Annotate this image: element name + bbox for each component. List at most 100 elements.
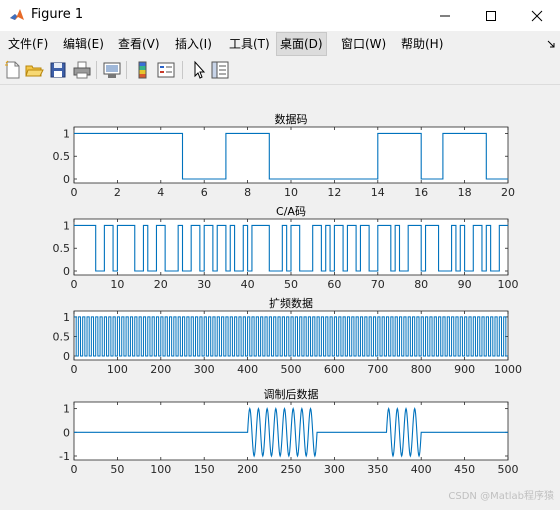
window-title: Figure 1 [31, 7, 84, 22]
axes-title: 数据码 [275, 112, 308, 126]
menu-window[interactable]: 窗口(W) [338, 34, 389, 54]
x-tick-label: 60 [327, 278, 341, 291]
y-tick-label: 0.5 [53, 330, 71, 343]
menu-bar: 文件(F) 编辑(E) 查看(V) 插入(I) 工具(T) 桌面(D) 窗口(W… [0, 31, 560, 56]
x-tick-label: 300 [194, 363, 215, 376]
dock-arrow-icon[interactable] [546, 39, 556, 49]
x-tick-label: 100 [498, 278, 519, 291]
link-plot-icon[interactable] [102, 60, 122, 80]
x-tick-label: 0 [71, 463, 78, 476]
x-tick-label: 10 [284, 186, 298, 199]
subplots: 数据码0 2 4 6 8 10 12 14 16 18 2000.51C/A码0 10 20 30 40 50… [53, 112, 523, 476]
series-line [74, 316, 508, 357]
toolbar-separator [96, 61, 97, 79]
x-tick-label: 0 [71, 186, 78, 199]
axes-title: 扩频数据 [269, 296, 313, 310]
axes-title: 调制后数据 [264, 387, 319, 401]
x-tick-label: 300 [324, 463, 345, 476]
x-tick-label: 250 [281, 463, 302, 476]
y-tick-label: 0 [63, 173, 70, 186]
x-tick-label: 4 [157, 186, 164, 199]
subplot-2: C/A码 0 10 20 30 40 50 60 70 80 90 100 0 0.5 1 [53, 205, 519, 291]
title-bar: Figure 1 [0, 0, 560, 31]
menu-edit[interactable]: 编辑(E) [60, 34, 107, 54]
x-tick-label: 0 [71, 278, 78, 291]
x-tick-label: 400 [411, 463, 432, 476]
x-tick-label: 20 [501, 186, 515, 199]
x-tick-label: 40 [241, 278, 255, 291]
x-tick-label: 450 [454, 463, 475, 476]
y-tick-label: 1 [63, 403, 70, 416]
x-tick-label: 500 [498, 463, 519, 476]
toolbar-separator [182, 61, 183, 79]
save-icon[interactable] [48, 60, 68, 80]
x-tick-label: 16 [414, 186, 428, 199]
y-tick-label: 0 [63, 350, 70, 363]
x-tick-label: 2 [114, 186, 121, 199]
maximize-icon [486, 11, 496, 21]
minimize-icon [440, 15, 450, 17]
x-tick-label: 30 [197, 278, 211, 291]
x-tick-label: 400 [237, 363, 258, 376]
x-tick-label: 80 [414, 278, 428, 291]
watermark: CSDN @Matlab程序猿 [448, 491, 554, 502]
y-tick-label: 0 [63, 426, 70, 439]
y-tick-label: -1 [59, 450, 70, 463]
x-tick-label: 100 [150, 463, 171, 476]
x-tick-label: 200 [237, 463, 258, 476]
subplot-4: 调制后数据0 50 100 150 200 250 300 350 400 450 500-101 [59, 387, 518, 476]
axes-title: C/A码 [276, 205, 306, 218]
open-file-icon[interactable] [24, 60, 44, 80]
menu-tools[interactable]: 工具(T) [226, 34, 273, 54]
x-tick-label: 50 [110, 463, 124, 476]
matlab-icon [10, 9, 24, 20]
colorbar-icon[interactable] [133, 60, 153, 80]
legend-icon[interactable] [156, 60, 176, 80]
x-tick-label: 500 [281, 363, 302, 376]
y-tick-label: 1 [63, 311, 70, 324]
x-tick-label: 14 [371, 186, 385, 199]
new-figure-icon[interactable] [3, 60, 23, 80]
x-tick-label: 90 [458, 278, 472, 291]
x-tick-label: 200 [150, 363, 171, 376]
close-icon [531, 10, 543, 22]
minimize-button[interactable] [422, 0, 468, 31]
edit-plot-arrow-icon[interactable] [189, 60, 209, 80]
x-tick-label: 20 [154, 278, 168, 291]
x-tick-label: 700 [367, 363, 388, 376]
property-inspector-icon[interactable] [210, 60, 230, 80]
x-tick-label: 10 [110, 278, 124, 291]
figure-canvas[interactable]: 数据码 0 2 4 6 8 10 12 14 16 18 20 0 0.5 1 C/A码 0 10 20 30 40 50… [0, 85, 560, 506]
y-tick-label: 0.5 [53, 242, 71, 255]
x-tick-label: 18 [458, 186, 472, 199]
subplot-3: 扩频数据 0 100 200 300 400 500 600 700 800 900 1000 0 0.5… [53, 296, 523, 376]
menu-view[interactable]: 查看(V) [115, 34, 163, 54]
menu-file[interactable]: 文件(F) [5, 34, 51, 54]
x-tick-label: 70 [371, 278, 385, 291]
print-icon[interactable] [72, 60, 92, 80]
x-tick-label: 8 [244, 186, 251, 199]
menu-help[interactable]: 帮助(H) [398, 34, 446, 54]
x-tick-label: 12 [327, 186, 341, 199]
x-tick-label: 6 [201, 186, 208, 199]
maximize-button[interactable] [468, 0, 514, 31]
x-tick-label: 800 [411, 363, 432, 376]
x-tick-label: 1000 [494, 363, 522, 376]
y-tick-label: 1 [63, 219, 70, 232]
y-tick-label: 1 [63, 127, 70, 140]
x-tick-label: 100 [107, 363, 128, 376]
x-tick-label: 600 [324, 363, 345, 376]
toolbar-separator [126, 61, 127, 79]
subplot-1: 数据码 0 2 4 6 8 10 12 14 16 18 20 0 0.5 1 [53, 112, 516, 199]
toolbar [0, 56, 560, 85]
x-tick-label: 150 [194, 463, 215, 476]
y-tick-label: 0.5 [53, 150, 71, 163]
x-tick-label: 350 [367, 463, 388, 476]
close-button[interactable] [514, 0, 560, 31]
x-tick-label: 0 [71, 363, 78, 376]
y-tick-label: 0 [63, 265, 70, 278]
menu-desktop[interactable]: 桌面(D) [276, 32, 327, 56]
x-tick-label: 900 [454, 363, 475, 376]
x-tick-label: 50 [284, 278, 298, 291]
menu-insert[interactable]: 插入(I) [172, 34, 215, 54]
